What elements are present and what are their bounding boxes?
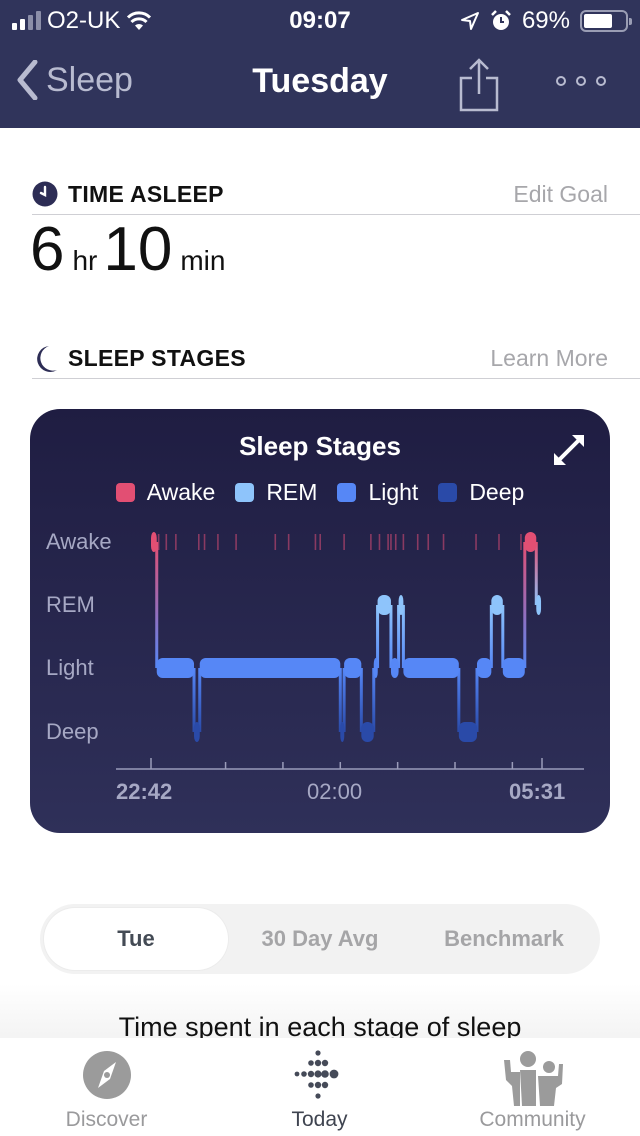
stage-transition — [534, 542, 538, 605]
stage-transition — [401, 605, 405, 668]
segment-light — [502, 658, 525, 678]
segment-deep — [194, 722, 200, 742]
location-icon — [460, 12, 479, 30]
time-asleep-header: TIME ASLEEP Edit Goal — [32, 177, 640, 215]
learn-more-link[interactable]: Learn More — [490, 345, 608, 372]
stage-transition — [338, 668, 342, 732]
segment-rem — [491, 595, 503, 615]
segment-light — [199, 658, 341, 678]
time-asleep-heading: TIME ASLEEP — [68, 181, 224, 207]
more-dot — [576, 76, 586, 86]
segment-light — [344, 658, 362, 678]
chevron-left-icon — [17, 60, 38, 100]
hours-value: 6 — [30, 215, 65, 284]
segment-deep — [340, 722, 345, 742]
tab-today[interactable]: Today — [213, 1038, 426, 1136]
stage-transition — [155, 542, 159, 668]
segment-tue[interactable]: Tue — [44, 908, 228, 970]
stage-transition — [342, 668, 346, 732]
battery-icon — [580, 10, 632, 32]
stage-transition — [192, 668, 196, 732]
segment-light — [390, 658, 399, 678]
x-label-end: 05:31 — [509, 779, 566, 804]
tab-label-today: Today — [291, 1108, 348, 1131]
segment-rem — [377, 595, 391, 615]
stage-transition — [389, 605, 393, 668]
segment-rem — [398, 595, 404, 615]
stage-transition — [372, 668, 376, 732]
x-label-mid: 02:00 — [307, 779, 363, 804]
minutes-value: 10 — [103, 215, 173, 284]
community-icon — [503, 1051, 563, 1106]
clock-icon — [32, 181, 58, 207]
segment-light — [403, 658, 459, 678]
alarm-icon — [491, 10, 511, 30]
segment-light — [373, 658, 378, 678]
segment-deep — [361, 722, 374, 742]
share-icon — [459, 58, 499, 112]
status-bar: O2-UK 09:07 69% — [0, 0, 640, 40]
edit-goal-link[interactable]: Edit Goal — [513, 181, 608, 208]
stage-transition — [523, 542, 527, 668]
share-button[interactable] — [458, 56, 500, 117]
hypnogram-plot — [116, 532, 584, 770]
tab-discover[interactable]: Discover — [0, 1038, 213, 1136]
segment-rem — [536, 595, 542, 615]
segment-awake — [524, 532, 537, 552]
segment-deep — [458, 722, 477, 742]
stage-transition — [501, 605, 505, 668]
segment-light — [156, 658, 195, 678]
tab-label-discover: Discover — [65, 1108, 148, 1131]
more-dot — [596, 76, 606, 86]
segment-light — [476, 658, 492, 678]
minutes-unit: min — [180, 245, 226, 276]
period-segmented-control: Tue 30 Day Avg Benchmark — [40, 904, 600, 974]
sleep-stages-chart-card[interactable]: Sleep Stages Awake REM Light Deep Awake REM… — [30, 409, 610, 833]
more-dot — [556, 76, 566, 86]
stage-transition — [475, 668, 479, 732]
moon-icon — [37, 346, 57, 372]
back-button[interactable]: Sleep — [16, 60, 133, 100]
tab-community[interactable]: Community — [426, 1038, 639, 1136]
tab-label-community: Community — [479, 1108, 586, 1131]
time-asleep-value: 6 hr10 min — [30, 214, 231, 285]
nav-bar: Sleep Tuesday — [0, 50, 640, 120]
segment-30-day-avg[interactable]: 30 Day Avg — [228, 904, 412, 974]
battery-percent: 69% — [521, 7, 570, 34]
sleep-stages-heading: SLEEP STAGES — [68, 345, 246, 371]
stage-transition — [359, 668, 363, 732]
stage-transition — [198, 668, 202, 732]
stage-transition — [457, 668, 461, 732]
tab-bar: Discover Today Community — [0, 1038, 640, 1136]
status-right: 69% — [460, 7, 632, 35]
more-button[interactable] — [556, 76, 606, 86]
segment-benchmark[interactable]: Benchmark — [412, 904, 596, 974]
stage-time-heading: Time spent in each stage of sleep — [118, 1012, 522, 1038]
compass-icon — [82, 1051, 131, 1099]
header: O2-UK 09:07 69% Sleep Tuesday — [0, 0, 640, 128]
back-label: Sleep — [46, 60, 133, 99]
fitbit-dots-icon — [294, 1050, 338, 1099]
x-label-start: 22:42 — [116, 779, 173, 804]
sleep-stages-header: SLEEP STAGES Learn More — [32, 341, 640, 379]
stage-transition — [397, 605, 401, 668]
hours-unit: hr — [72, 245, 98, 276]
stage-transition — [489, 605, 493, 668]
segment-awake — [151, 532, 157, 552]
